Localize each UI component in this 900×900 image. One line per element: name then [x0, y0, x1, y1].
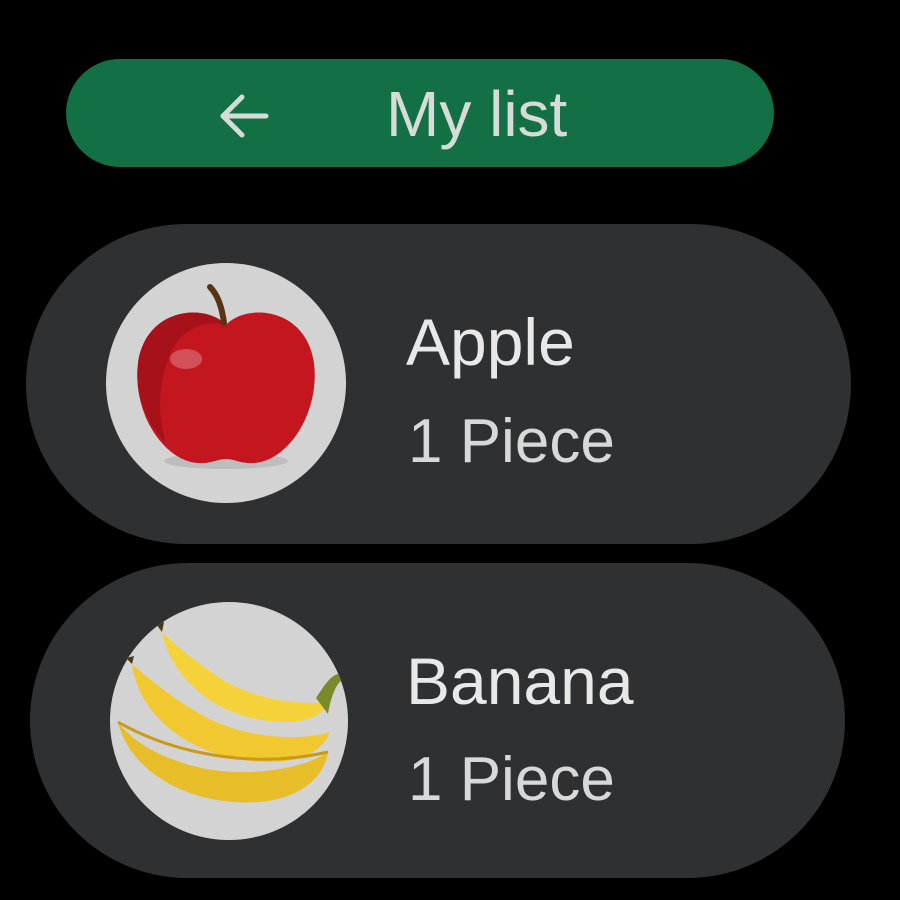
item-name: Banana — [406, 644, 634, 718]
apple-image — [106, 263, 346, 503]
page-title: My list — [386, 78, 568, 150]
item-quantity: 1 Piece — [408, 407, 615, 476]
item-quantity: 1 Piece — [408, 745, 615, 814]
item-name: Apple — [406, 305, 575, 379]
watch-screen: My list Apple 1 Piece Banana 1 Piece — [0, 0, 900, 900]
arrow-left-icon[interactable] — [218, 92, 270, 140]
banana-image — [110, 602, 348, 840]
